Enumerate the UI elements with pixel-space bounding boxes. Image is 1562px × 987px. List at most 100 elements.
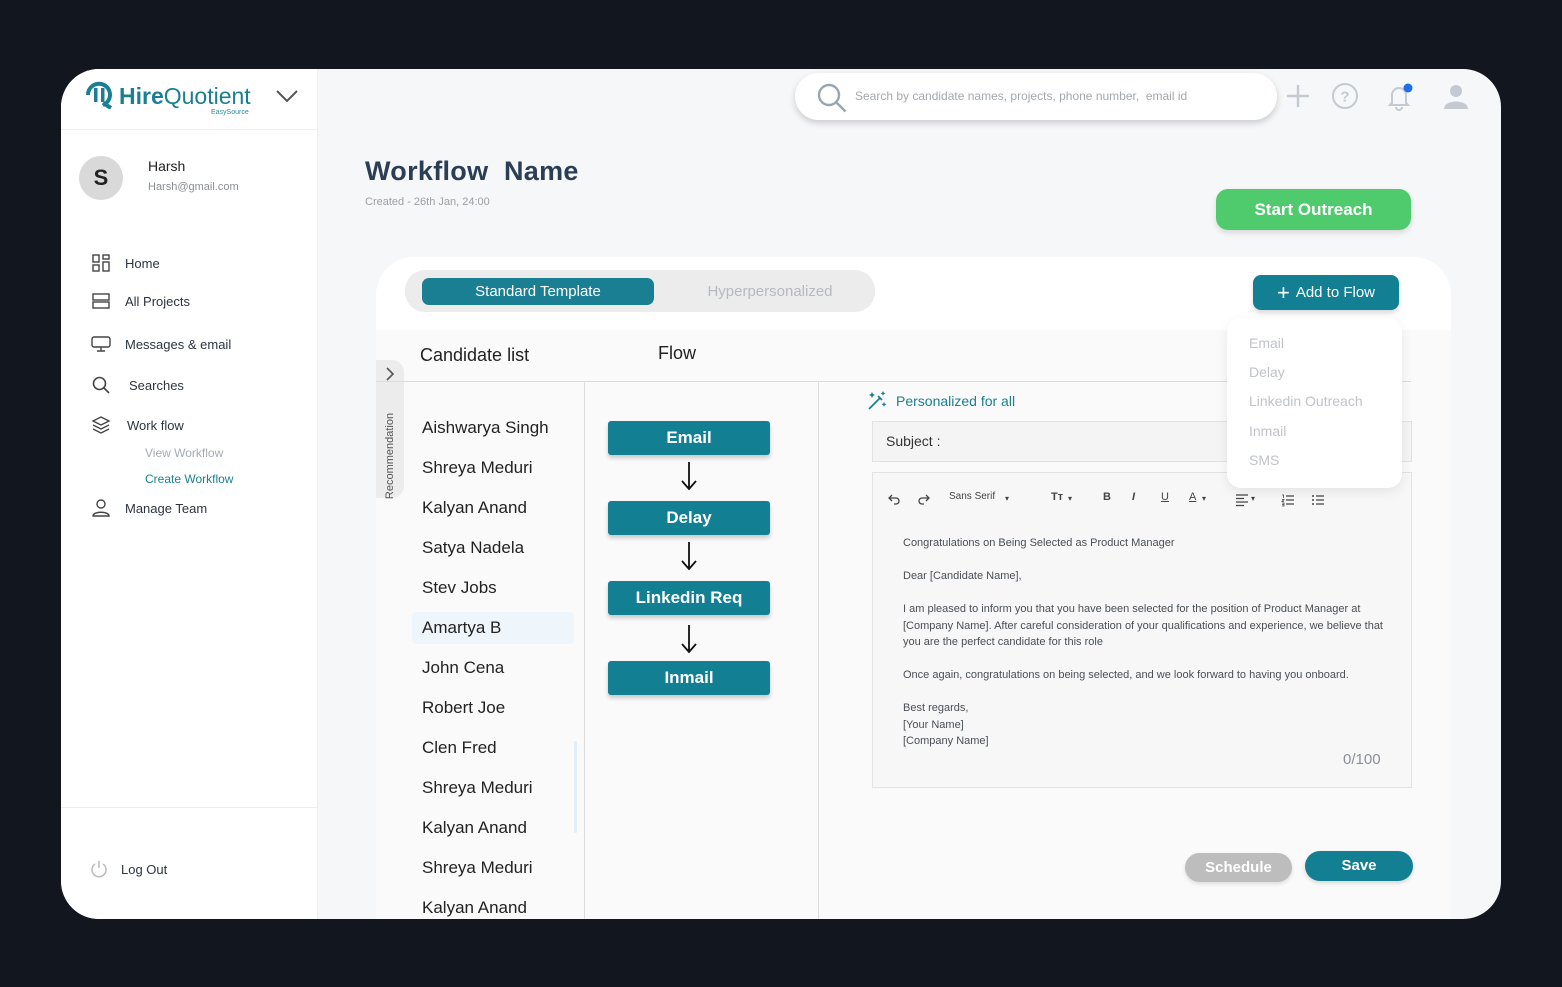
- save-button[interactable]: Save: [1305, 851, 1413, 881]
- divider: [818, 381, 819, 919]
- notification-bell-icon[interactable]: [1384, 81, 1414, 111]
- search-bar[interactable]: [795, 73, 1277, 120]
- user-name: Harsh: [148, 158, 186, 174]
- sidebar-item-label: Work flow: [127, 417, 184, 433]
- list-item[interactable]: John Cena: [412, 652, 574, 684]
- email-editor[interactable]: Sans Serif ▾ Tт ▾ B I U A ▾ ▾ Congratula…: [872, 472, 1412, 788]
- list-item[interactable]: Satya Nadela: [412, 532, 574, 564]
- list-item[interactable]: Robert Joe: [412, 692, 574, 724]
- search-icon: [92, 376, 110, 394]
- sidebar-subitem-view-workflow[interactable]: View Workflow: [145, 446, 223, 460]
- email-signature-line: [Your Name]: [903, 718, 964, 731]
- add-to-flow-button[interactable]: + Add to Flow: [1253, 275, 1399, 310]
- divider: [61, 807, 318, 808]
- list-item[interactable]: Kalyan Anand: [412, 492, 574, 524]
- help-icon[interactable]: ?: [1330, 81, 1360, 111]
- sidebar-item-label: Home: [125, 255, 160, 271]
- divider: [61, 129, 318, 130]
- plus-icon[interactable]: [1283, 81, 1313, 111]
- power-icon: [91, 861, 107, 878]
- email-line: Congratulations on Being Selected as Pro…: [903, 537, 1175, 549]
- menu-item-delay[interactable]: Delay: [1249, 364, 1285, 380]
- projects-icon: [92, 293, 110, 309]
- recommendation-label: Recommendation: [384, 412, 396, 500]
- search-input[interactable]: [855, 85, 1265, 107]
- template-tabs: Standard Template Hyperpersonalized: [405, 270, 875, 312]
- personalized-toggle[interactable]: Personalized for all: [866, 390, 1015, 412]
- menu-item-sms[interactable]: SMS: [1249, 452, 1279, 468]
- menu-item-linkedin-outreach[interactable]: Linkedin Outreach: [1249, 393, 1363, 409]
- email-body[interactable]: Congratulations on Being Selected as Pro…: [903, 535, 1383, 750]
- bullet-list-icon[interactable]: [1311, 493, 1325, 507]
- profile-icon[interactable]: [1441, 81, 1471, 111]
- grid-icon: [92, 254, 110, 272]
- add-to-flow-label: Add to Flow: [1295, 284, 1376, 301]
- schedule-button[interactable]: Schedule: [1185, 853, 1292, 882]
- subject-label: Subject :: [886, 433, 941, 449]
- list-item[interactable]: Clen Fred: [412, 732, 574, 764]
- sidebar-item-home[interactable]: Home: [91, 251, 160, 275]
- italic-button[interactable]: I: [1132, 491, 1135, 503]
- arrow-down-icon: [681, 542, 697, 571]
- list-item[interactable]: Kalyan Anand: [412, 812, 574, 844]
- arrow-down-icon: [681, 625, 697, 654]
- underline-button[interactable]: U: [1161, 491, 1169, 503]
- undo-icon[interactable]: [887, 493, 901, 507]
- character-counter: 0/100: [1343, 751, 1381, 768]
- email-signature-line: Best regards,: [903, 702, 969, 714]
- logout-button[interactable]: Log Out: [89, 859, 167, 879]
- avatar[interactable]: S: [79, 156, 123, 200]
- divider: [584, 381, 585, 919]
- list-item[interactable]: Kalyan Anand: [412, 892, 574, 919]
- sidebar-item-label: Searches: [129, 377, 184, 393]
- sidebar-item-manage-team[interactable]: Manage Team: [91, 496, 207, 520]
- tab-hyperpersonalized[interactable]: Hyperpersonalized: [680, 278, 860, 305]
- sidebar-item-workflow[interactable]: Work flow: [91, 413, 184, 437]
- brand-logo[interactable]: HireQuotient EasySource: [85, 81, 305, 121]
- flow-step-delay[interactable]: Delay: [608, 501, 770, 535]
- scrollbar[interactable]: [574, 741, 577, 833]
- sidebar-item-searches[interactable]: Searches: [91, 373, 184, 397]
- workflow-card: Standard Template Hyperpersonalized + Ad…: [376, 257, 1451, 919]
- magic-wand-icon: [868, 391, 887, 410]
- font-size-button[interactable]: Tт: [1051, 491, 1063, 503]
- list-item[interactable]: Shreya Meduri: [412, 452, 574, 484]
- list-item-selected[interactable]: Amartya B: [412, 612, 574, 644]
- brand-subtitle: EasySource: [211, 109, 249, 116]
- flow-step-email[interactable]: Email: [608, 421, 770, 455]
- sidebar-item-label: Manage Team: [125, 500, 208, 516]
- email-line: Dear [Candidate Name],: [903, 570, 1022, 582]
- flow-heading: Flow: [658, 343, 697, 363]
- page-title: Workflow Name: [365, 156, 579, 186]
- sidebar-item-all-projects[interactable]: All Projects: [91, 289, 190, 313]
- arrow-down-icon: [681, 462, 697, 491]
- list-item[interactable]: Shreya Meduri: [412, 852, 574, 884]
- list-item[interactable]: Aishwarya Singh: [412, 412, 574, 444]
- sidebar-item-label: All Projects: [125, 293, 191, 309]
- email-line: Once again, congratulations on being sel…: [903, 669, 1349, 681]
- align-left-icon[interactable]: [1235, 493, 1249, 507]
- bold-button[interactable]: B: [1103, 491, 1111, 503]
- menu-item-email[interactable]: Email: [1249, 335, 1284, 351]
- sidebar-subitem-create-workflow[interactable]: Create Workflow: [145, 472, 233, 486]
- font-family-select[interactable]: Sans Serif: [949, 491, 995, 502]
- user-icon: [92, 499, 110, 517]
- list-item[interactable]: Shreya Meduri: [412, 772, 574, 804]
- start-outreach-button[interactable]: Start Outreach: [1216, 189, 1411, 230]
- flow-step-inmail[interactable]: Inmail: [608, 661, 770, 695]
- email-signature-line: [Company Name]: [903, 735, 989, 747]
- sidebar-item-label: Messages & email: [125, 336, 232, 352]
- list-item[interactable]: Stev Jobs: [412, 572, 574, 604]
- chevron-down-icon[interactable]: [275, 89, 299, 103]
- text-color-button[interactable]: A: [1189, 491, 1196, 503]
- candidate-list-heading: Candidate list: [420, 345, 530, 365]
- menu-item-inmail[interactable]: Inmail: [1249, 423, 1286, 439]
- sidebar-item-messages[interactable]: Messages & email: [91, 332, 231, 356]
- redo-icon[interactable]: [917, 493, 931, 507]
- email-line: I am pleased to inform you that you have…: [903, 603, 1383, 648]
- ordered-list-icon[interactable]: [1281, 493, 1295, 507]
- flow-step-linkedin-req[interactable]: Linkedin Req: [608, 581, 770, 615]
- personalized-label: Personalized for all: [896, 393, 1016, 409]
- tab-standard-template[interactable]: Standard Template: [422, 278, 654, 305]
- add-to-flow-menu: Email Delay Linkedin Outreach Inmail SMS: [1227, 318, 1402, 488]
